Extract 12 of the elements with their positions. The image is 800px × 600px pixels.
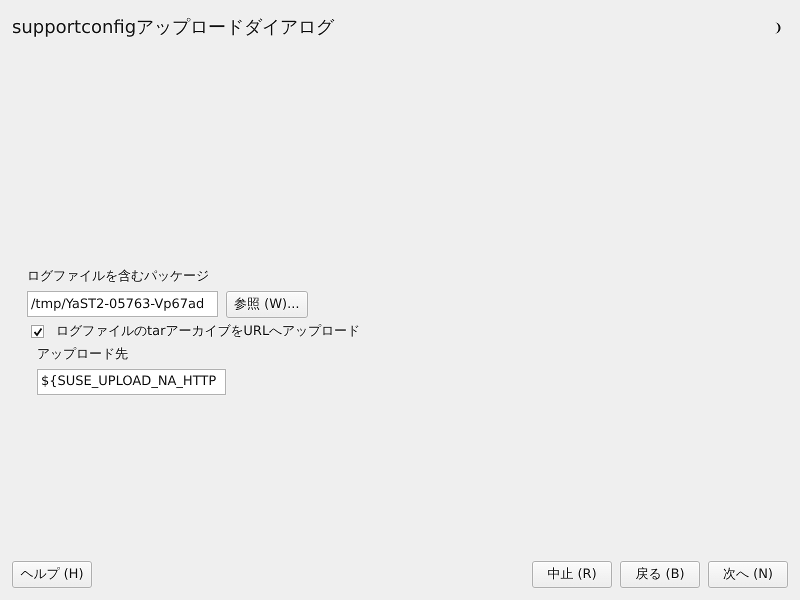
- dialog-button[interactable]: 中止 (R): [532, 561, 612, 588]
- checkbox-label: ログファイルのtarアーカイブをURLへアップロード: [56, 322, 360, 341]
- url-field[interactable]: ${SUSE_UPLOAD_NA_HTTP: [37, 368, 226, 395]
- browse-button[interactable]: 参照 (W)...: [226, 290, 308, 318]
- field-label: ログファイルを含むパッケージ: [27, 268, 210, 286]
- field-label: アップロード先: [37, 346, 129, 364]
- dialog-button[interactable]: 次へ (N): [708, 561, 788, 588]
- dialog-button[interactable]: 戻る (B): [620, 561, 700, 588]
- path-field[interactable]: /tmp/YaST2-05763-Vp67ad: [27, 291, 218, 318]
- dialog-button[interactable]: ヘルプ (H): [12, 561, 92, 588]
- window-title: supportconfigアップロードダイアログ: [12, 16, 334, 40]
- checkbox[interactable]: [31, 325, 44, 338]
